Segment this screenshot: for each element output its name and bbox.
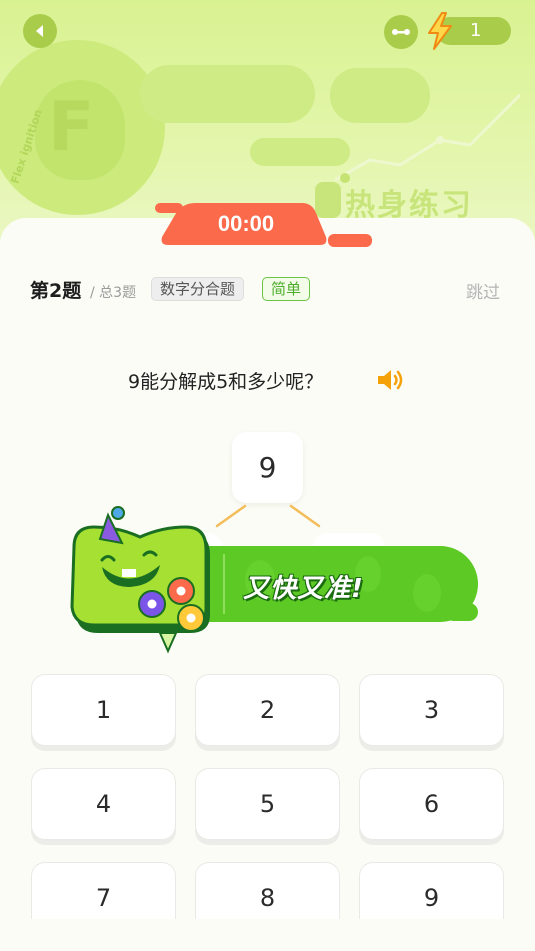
timer-value: 00:00 (217, 211, 275, 236)
keypad-key-4[interactable]: 4 (31, 768, 176, 840)
question-text: 9能分解成5和多少呢？ (128, 371, 324, 393)
keypad-key-6[interactable]: 6 (359, 768, 504, 840)
keypad-key-3[interactable]: 3 (359, 674, 504, 746)
logo-letter: F (48, 88, 95, 167)
question-total: / 总3题 (90, 285, 137, 301)
number-tree-top-value: 9 (258, 451, 277, 484)
difficulty-tag: 简单 (262, 277, 311, 301)
skip-button[interactable]: 跳过 (466, 278, 500, 303)
keypad-key-1[interactable]: 1 (31, 674, 176, 746)
timer-deco-right (328, 234, 372, 247)
feedback-banner-tail (445, 603, 478, 621)
speaker-icon (378, 370, 403, 390)
energy-count: 1 (470, 20, 482, 41)
question-type-tag: 数字分合题 (151, 277, 245, 301)
play-audio-button[interactable] (376, 368, 406, 392)
mascot-character (70, 506, 210, 654)
logo-badge: F Flex ignition (0, 40, 165, 215)
lightning-icon (428, 12, 452, 50)
keypad-key-2[interactable]: 2 (195, 674, 340, 746)
back-button[interactable] (23, 14, 57, 48)
question-number: 第2题 (30, 280, 82, 302)
chart-line-decoration (334, 93, 522, 183)
link-icon (392, 29, 410, 35)
back-arrow-icon (36, 25, 43, 37)
feedback-text: 又快又准! (243, 574, 364, 604)
link-button[interactable] (384, 15, 418, 49)
timer: 00:00 (160, 203, 332, 245)
keypad-key-5[interactable]: 5 (195, 768, 340, 840)
bottom-fade (0, 919, 535, 951)
number-tree-top: 9 (232, 432, 303, 503)
number-tree-branches (215, 504, 321, 528)
